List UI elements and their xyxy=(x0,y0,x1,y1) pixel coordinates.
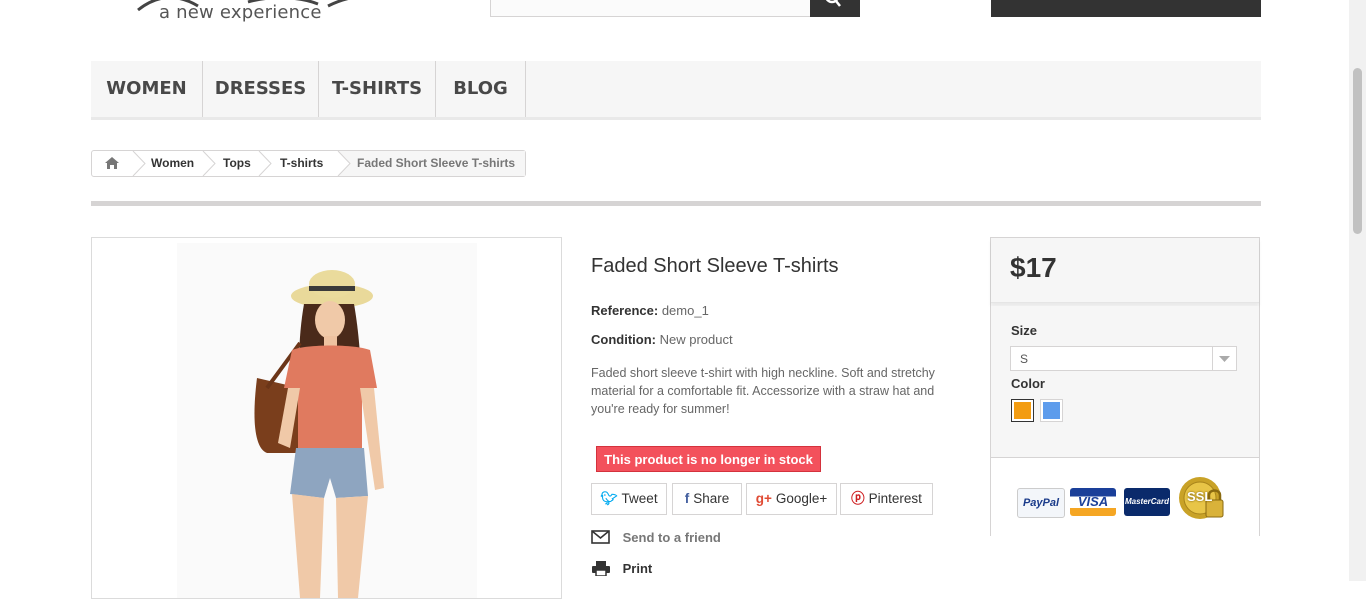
main-menu: WOMEN DRESSES T-SHIRTS BLOG xyxy=(91,61,1261,120)
breadcrumb-separator xyxy=(202,151,216,176)
breadcrumb-item-women[interactable]: Women xyxy=(151,151,194,176)
product-title: Faded Short Sleeve T-shirts xyxy=(591,255,839,277)
color-swatch-orange[interactable] xyxy=(1011,399,1034,422)
breadcrumb: Women Tops T-shirts Faded Short Sleeve T… xyxy=(91,150,526,177)
ssl-seal: SSL xyxy=(1178,474,1228,524)
breadcrumb-item-tshirts[interactable]: T-shirts xyxy=(280,151,323,176)
print-link[interactable]: Print xyxy=(591,560,653,577)
price-area: $17 xyxy=(991,238,1259,303)
search-icon xyxy=(825,0,841,7)
condition-value: New product xyxy=(659,332,733,347)
reference-label: Reference: xyxy=(591,303,659,318)
visa-logo: VISA xyxy=(1070,488,1116,516)
home-icon xyxy=(105,157,119,169)
size-select[interactable]: S xyxy=(1010,346,1237,371)
breadcrumb-item-tops[interactable]: Tops xyxy=(223,151,251,176)
color-label: Color xyxy=(1011,376,1045,391)
tweet-button[interactable]: 🐦︎ Tweet xyxy=(591,483,667,515)
send-to-friend-label: Send to a friend xyxy=(622,530,721,545)
product-description: Faded short sleeve t-shirt with high nec… xyxy=(591,366,935,416)
send-to-friend-link[interactable]: Send to a friend xyxy=(591,530,721,545)
product-photo xyxy=(177,243,477,598)
twitter-icon: 🐦︎ xyxy=(600,491,618,506)
color-swatch-blue[interactable] xyxy=(1040,399,1063,422)
mastercard-logo: MasterCard xyxy=(1124,488,1170,516)
breadcrumb-home[interactable] xyxy=(92,151,132,176)
product-condition: Condition: New product xyxy=(591,332,733,347)
out-of-stock-badge: This product is no longer in stock xyxy=(596,446,821,472)
chevron-down-icon xyxy=(1212,347,1236,370)
share-button[interactable]: f Share xyxy=(672,483,742,515)
search-button[interactable] xyxy=(810,0,860,17)
product-reference: Reference: demo_1 xyxy=(591,303,709,318)
paypal-logo: PayPal xyxy=(1017,488,1065,518)
nav-item-women[interactable]: WOMEN xyxy=(91,61,203,117)
google-plus-button[interactable]: g+ Google+ xyxy=(746,483,837,515)
google-plus-icon: g+ xyxy=(755,491,772,506)
logo-tagline: a new experience xyxy=(159,2,322,23)
cart-button[interactable] xyxy=(991,0,1261,17)
size-value: S xyxy=(1020,352,1029,366)
divider xyxy=(91,201,1261,206)
envelope-icon xyxy=(591,530,610,544)
share-label: Share xyxy=(693,491,730,506)
print-label: Print xyxy=(622,561,653,576)
breadcrumb-separator xyxy=(258,151,272,176)
pinterest-icon: ⓟ xyxy=(851,491,865,506)
nav-item-tshirts[interactable]: T-SHIRTS xyxy=(319,61,436,117)
product-price: $17 xyxy=(1010,252,1057,283)
breadcrumb-separator xyxy=(132,151,146,176)
scrollbar-thumb[interactable] xyxy=(1353,68,1362,234)
product-image[interactable] xyxy=(91,237,562,599)
search-input[interactable] xyxy=(490,0,812,17)
tweet-label: Tweet xyxy=(621,491,658,506)
breadcrumb-current: Faded Short Sleeve T-shirts xyxy=(337,151,525,176)
facebook-icon: f xyxy=(684,491,690,506)
pinterest-button[interactable]: ⓟ Pinterest xyxy=(840,483,933,515)
nav-item-dresses[interactable]: DRESSES xyxy=(203,61,319,117)
breadcrumb-separator xyxy=(337,151,351,176)
nav-item-blog[interactable]: BLOG xyxy=(436,61,526,117)
buy-box: $17 Size S Color PayPal VISA MasterCard … xyxy=(990,237,1260,536)
payment-logos: PayPal VISA MasterCard SSL xyxy=(991,457,1259,536)
condition-label: Condition: xyxy=(591,332,656,347)
reference-value: demo_1 xyxy=(661,303,709,318)
ssl-text: SSL xyxy=(1187,489,1213,504)
pinterest-label: Pinterest xyxy=(868,491,922,506)
size-label: Size xyxy=(1011,323,1038,338)
printer-icon xyxy=(592,561,610,577)
breadcrumb-current-label: Faded Short Sleeve T-shirts xyxy=(357,156,516,170)
google-plus-label: Google+ xyxy=(775,491,828,506)
